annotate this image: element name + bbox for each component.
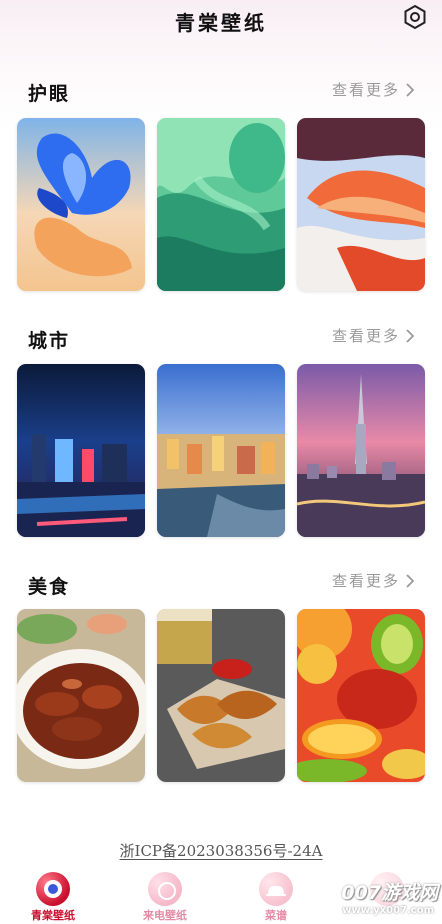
see-more-food[interactable]: 查看更多 [332, 570, 416, 591]
see-more-label: 查看更多 [331, 81, 400, 99]
app-logo-icon [36, 872, 70, 906]
wallpaper-thumb[interactable] [297, 609, 425, 782]
section-title-eye-care: 护眼 [28, 83, 71, 105]
icp-license-link[interactable]: 浙ICP备2023038356号-24A [0, 840, 442, 861]
app-title: 青棠壁纸 [175, 11, 267, 35]
tab-label: 菜谱 [265, 909, 287, 922]
site-watermark-url: www.yx007.com [342, 905, 434, 916]
tab-qingtang-wallpaper[interactable]: 青棠壁纸 [18, 866, 88, 924]
wallpaper-thumb[interactable] [157, 364, 285, 537]
section-title-city: 城市 [28, 330, 71, 352]
see-more-eye-care[interactable]: 查看更多 [332, 79, 416, 100]
tab-label: 青棠壁纸 [31, 909, 75, 922]
wallpaper-thumb[interactable] [297, 364, 425, 537]
wallpaper-thumb[interactable] [157, 118, 285, 291]
section-title-food: 美食 [28, 576, 71, 598]
tab-recipes[interactable]: 菜谱 [241, 866, 311, 924]
see-more-label: 查看更多 [331, 327, 400, 345]
site-watermark: 007游戏网 [341, 882, 438, 904]
settings-hexagon-icon[interactable] [402, 4, 428, 30]
chevron-right-icon [406, 82, 415, 97]
tab-label: 来电壁纸 [143, 909, 187, 922]
wallpaper-thumb[interactable] [17, 609, 145, 782]
wallpaper-thumb[interactable] [17, 118, 145, 291]
tab-call-wallpaper[interactable]: 来电壁纸 [130, 866, 200, 924]
wallpaper-thumb[interactable] [17, 364, 145, 537]
see-more-city[interactable]: 查看更多 [332, 325, 416, 346]
chevron-right-icon [406, 328, 415, 343]
app-header: 青棠壁纸 [0, 0, 442, 40]
wallpaper-thumb[interactable] [157, 609, 285, 782]
see-more-label: 查看更多 [331, 572, 400, 590]
chevron-right-icon [406, 573, 415, 588]
phone-wallpaper-icon [148, 872, 182, 906]
recipe-icon [259, 872, 293, 906]
wallpaper-thumb[interactable] [297, 118, 425, 291]
